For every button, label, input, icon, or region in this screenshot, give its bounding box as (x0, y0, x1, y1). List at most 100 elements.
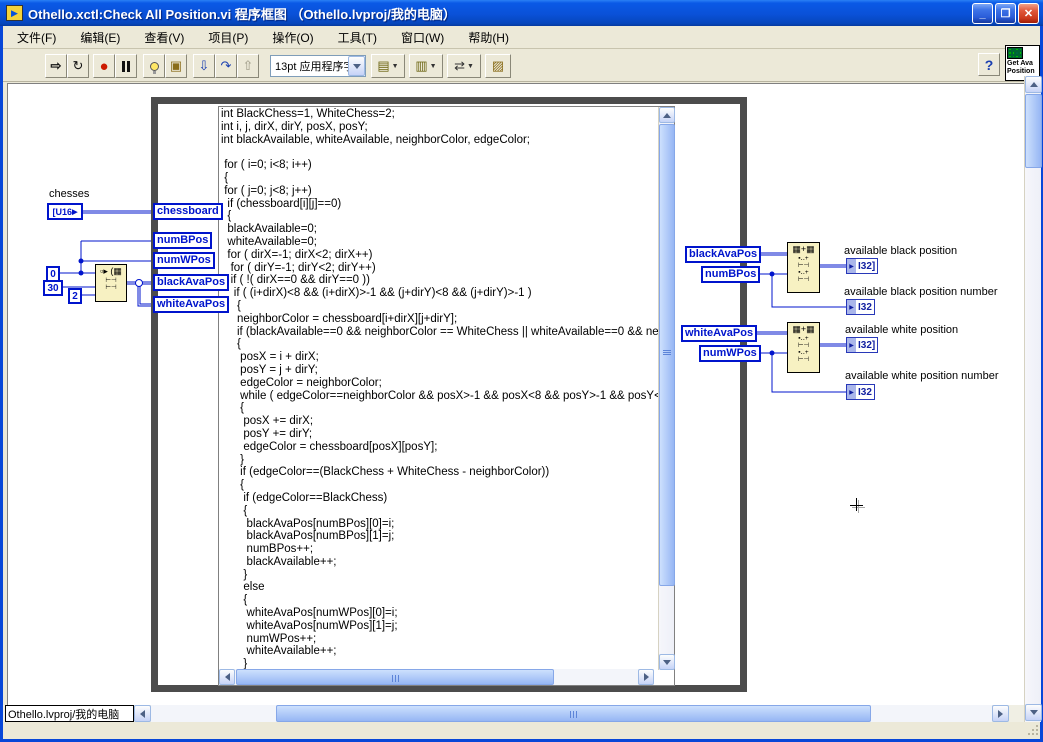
available-black-position-number-indicator[interactable]: ▶ I32 (846, 299, 875, 315)
code-line: else (221, 581, 659, 594)
abort-icon: ● (99, 58, 108, 75)
maximize-button[interactable]: ❐ (995, 3, 1016, 24)
array-subset-node-white[interactable]: ▦+▦ ▪‥+ ⊢⊣ ▪‥+ ⊢⊣ (787, 322, 820, 373)
scroll-up-button[interactable] (1025, 76, 1042, 93)
align-objects-button[interactable]: ▤▼ (371, 54, 405, 78)
reorder-objects-button[interactable]: ⇄▼ (447, 54, 481, 78)
chevron-down-icon (353, 64, 361, 69)
code-line: edgeColor = neighborColor; (221, 377, 659, 390)
diagram-horizontal-scrollbar[interactable] (151, 705, 992, 722)
title-bar[interactable]: ▶ Othello.xctl:Check All Position.vi 程序框… (0, 0, 1043, 26)
code-vscroll-thumb[interactable] (659, 124, 675, 586)
pause-icon (122, 61, 130, 72)
cleanup-diagram-button[interactable]: ▨ (485, 54, 511, 78)
code-line: for ( dirY=-1; dirY<2; dirY++) (221, 262, 659, 275)
menu-item[interactable]: 编辑(E) (72, 26, 128, 49)
menu-item[interactable]: 操作(O) (264, 26, 321, 49)
scroll-right-button[interactable] (992, 705, 1009, 722)
run-continuously-button[interactable]: ↻ (67, 54, 89, 78)
indicator-arrow-icon: ▶ (847, 338, 856, 352)
run-button[interactable]: ⇨ (45, 54, 67, 78)
menu-bar: 文件(F) 编辑(E) 查看(V) 项目(P) 操作(O) 工具(T) 窗口(W) 帮助(H) (3, 26, 1040, 49)
diagram-hscroll-thumb[interactable] (276, 705, 871, 722)
indicator-arrow-icon: ▶ (847, 385, 856, 399)
tunnel-numBPos-left[interactable]: numBPos (153, 232, 212, 249)
available-white-position-number-label: available white position number (845, 370, 998, 382)
distribute-objects-button[interactable]: ▥▼ (409, 54, 443, 78)
menu-item[interactable]: 帮助(H) (460, 26, 517, 49)
scroll-left-button[interactable] (219, 669, 235, 685)
tunnel-numWPos-left[interactable]: numWPos (153, 252, 215, 269)
scroll-up-icon (663, 113, 671, 118)
retain-wire-values-button[interactable]: ▣ (165, 54, 187, 78)
close-button[interactable]: ✕ (1018, 3, 1039, 24)
constant-30[interactable]: 30 (43, 280, 63, 296)
step-out-icon: ⇧ (243, 58, 254, 74)
code-line: blackAvaPos[numBPos][0]=i; (221, 518, 659, 531)
formula-code[interactable]: int BlackChess=1, WhiteChess=2;int i, j,… (221, 108, 659, 670)
code-hscroll-thumb[interactable] (236, 669, 554, 685)
step-out-button[interactable]: ⇧ (237, 54, 259, 78)
resize-grip[interactable] (1025, 722, 1041, 737)
context-help-button[interactable]: ? (978, 53, 1000, 76)
step-into-button[interactable]: ⇩ (193, 54, 215, 78)
code-line: while ( edgeColor==neighborColor && posX… (221, 390, 659, 403)
diagram-vscroll-thumb[interactable] (1025, 94, 1042, 168)
pause-button[interactable] (115, 54, 137, 78)
available-black-position-indicator[interactable]: ▶ I32] (846, 258, 878, 274)
scroll-down-button[interactable] (1025, 704, 1042, 721)
scroll-left-icon (225, 673, 230, 681)
scroll-down-icon (663, 660, 671, 665)
menu-item[interactable]: 项目(P) (200, 26, 256, 49)
scroll-down-button[interactable] (659, 654, 675, 670)
formula-node-textbox[interactable]: int BlackChess=1, WhiteChess=2;int i, j,… (218, 106, 675, 686)
code-line: int blackAvailable, whiteAvailable, neig… (221, 134, 659, 147)
constant-2[interactable]: 2 (68, 288, 82, 304)
array-subset-icon: ▦+▦ (789, 324, 818, 335)
help-icon: ? (985, 57, 994, 73)
array-subset-node-black[interactable]: ▦+▦ ▪‥+ ⊢⊣ ▪‥+ ⊢⊣ (787, 242, 820, 293)
initialize-array-node[interactable]: ▫▸ (▦ ⊢⊣ ⊢⊣ (95, 264, 127, 302)
code-horizontal-scrollbar[interactable] (219, 669, 654, 685)
chesses-terminal[interactable]: [U16▶ (47, 203, 83, 220)
code-line: { (221, 338, 659, 351)
indicator-type-text: I32 (856, 300, 874, 314)
tunnel-blackAvaPos-left[interactable]: blackAvaPos (153, 274, 229, 291)
scroll-left-icon (140, 710, 145, 718)
tunnel-whiteAvaPos-left[interactable]: whiteAvaPos (153, 296, 229, 313)
code-line: { (221, 300, 659, 313)
highlight-execution-button[interactable] (143, 54, 165, 78)
code-line: posX = i + dirX; (221, 351, 659, 364)
available-white-position-number-indicator[interactable]: ▶ I32 (846, 384, 875, 400)
code-line: blackAvaPos[numBPos][1]=j; (221, 530, 659, 543)
code-vertical-scrollbar[interactable] (658, 107, 674, 670)
step-over-button[interactable]: ↷ (215, 54, 237, 78)
array-subset-icon: ▦+▦ (789, 244, 818, 255)
code-line: { (221, 172, 659, 185)
tunnel-chessboard[interactable]: chessboard (153, 203, 223, 220)
labview-app-icon: ▶ (6, 5, 23, 21)
font-selector-dropdown[interactable] (348, 56, 365, 76)
menu-item[interactable]: 窗口(W) (393, 26, 452, 49)
abort-button[interactable]: ● (93, 54, 115, 78)
scroll-left-button[interactable] (134, 705, 151, 722)
minimize-button[interactable]: _ (972, 3, 993, 24)
diagram-vertical-scrollbar[interactable] (1024, 76, 1041, 722)
available-white-position-indicator[interactable]: ▶ I32] (846, 337, 878, 353)
menu-item[interactable]: 工具(T) (330, 26, 385, 49)
scroll-right-icon (644, 673, 649, 681)
code-line: whiteAvaPos[numWPos][1]=j; (221, 620, 659, 633)
tunnel-whiteAvaPos-right[interactable]: whiteAvaPos (681, 325, 757, 342)
scroll-right-button[interactable] (638, 669, 654, 685)
tunnel-blackAvaPos-right[interactable]: blackAvaPos (685, 246, 761, 263)
code-line: edgeColor = chessboard[posX][posY]; (221, 441, 659, 454)
indicator-type-text: I32] (856, 338, 877, 352)
toolbar: ⇨ ↻ ● ▣ ⇩ ↷ ⇧ 13pt 应用程序字体 ▤▼ ▥▼ ⇄▼ ▨ (3, 49, 1040, 82)
menu-item[interactable]: 文件(F) (9, 26, 64, 49)
scroll-up-button[interactable] (659, 107, 675, 123)
tunnel-numWPos-right[interactable]: numWPos (699, 345, 761, 362)
scroll-down-icon (1030, 710, 1038, 715)
tunnel-numBPos-right[interactable]: numBPos (701, 266, 760, 283)
cleanup-diagram-icon: ▨ (492, 58, 504, 74)
menu-item[interactable]: 查看(V) (136, 26, 192, 49)
